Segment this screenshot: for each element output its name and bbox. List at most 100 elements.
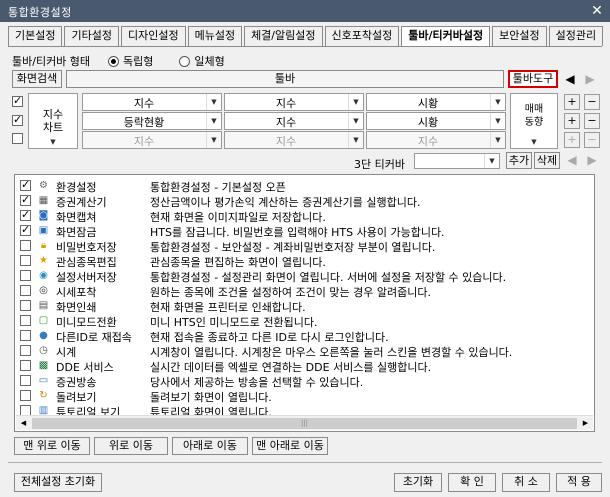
ticker-select-r3c1[interactable]: 지수 ▼	[82, 131, 222, 149]
list-item[interactable]: ▭ 증권방송 당사에서 제공하는 방송을 선택할 수 있습니다.	[15, 373, 580, 389]
arrow-left-icon[interactable]: ◀	[564, 152, 580, 169]
padlock-icon: 🔒︎	[40, 240, 47, 251]
item-checkbox[interactable]	[20, 208, 31, 221]
list-item[interactable]: ★ 관심종목편집 관심종목을 편집하는 화면이 열립니다.	[15, 253, 580, 269]
ticker-left-select[interactable]: 지수 차트 ▼	[28, 93, 78, 149]
list-item[interactable]: ◙화면캡쳐현재 화면을 이미지파일로 저장합니다.	[15, 208, 580, 224]
tab-etc[interactable]: 기타설정	[64, 26, 119, 46]
toolbar-form-row: 툴바/티커바 형태 독립형 일체형	[12, 53, 225, 69]
list-item[interactable]: ◉ 설정서버저장 통합환경설정 - 설정관리 화면이 열립니다. 서버에 설정을 저…	[15, 268, 580, 284]
scroll-right-icon[interactable]: ▶	[578, 416, 593, 431]
tab-menu[interactable]: 메뉴설정	[187, 26, 243, 46]
ticker-select-r1c3[interactable]: 시황 ▼	[366, 93, 506, 111]
list-item[interactable]: 🔒︎ 비밀번호저장 통합환경설정 - 보안설정 - 계좌비밀번호저장 부분이 열립니…	[15, 238, 580, 254]
tab-signal[interactable]: 신호포착설정	[324, 26, 400, 46]
chevron-down-icon: ▼	[484, 154, 499, 168]
item-checkbox[interactable]	[20, 390, 31, 401]
arrow-right-icon[interactable]: ▶	[582, 70, 598, 88]
move-bottom-button[interactable]: 맨 아래로 이동	[252, 437, 328, 455]
list-item[interactable]: ⚙환경설정통합환경설정 - 기본설정 오픈	[15, 178, 580, 194]
select-value: 지수	[275, 135, 297, 148]
list-item[interactable]: ▩ DDE 서비스 실시간 데이터를 엑셀로 연결하는 DDE 서비스를 실행합니다…	[15, 358, 580, 374]
screen-search-button[interactable]: 화면검색	[12, 70, 62, 88]
ticker-right-select[interactable]: 매매 동향 ▼	[510, 93, 558, 149]
ticker-select-r1c2[interactable]: 지수 ▼	[224, 93, 364, 111]
item-checkbox[interactable]	[20, 345, 31, 356]
item-checkbox[interactable]	[20, 240, 31, 251]
ticker-select-r1c1[interactable]: 지수 ▼	[82, 93, 222, 111]
move-down-button[interactable]: 아래로 이동	[172, 437, 248, 455]
ticker-plus-button-2[interactable]: +	[564, 113, 580, 129]
move-top-button[interactable]: 맨 위로 이동	[14, 437, 90, 455]
ticker-row2-checkbox[interactable]	[12, 113, 23, 126]
item-checkbox[interactable]	[20, 330, 31, 341]
chevron-down-icon: ▼	[348, 132, 363, 148]
ticker-select-r2c1[interactable]: 등락현황 ▼	[82, 112, 222, 130]
list-item[interactable]: ▤ 화면인쇄 현재 화면을 프린터로 인쇄합니다.	[15, 298, 580, 314]
item-checkbox[interactable]	[20, 193, 31, 206]
list-item[interactable]: ● 다른ID로 재접속 현재 접속을 종료하고 다른 ID로 다시 로그인합니다.	[15, 328, 580, 344]
cancel-button[interactable]: 취 소	[502, 473, 550, 492]
list-item[interactable]: ▣화면잠금HTS를 잠급니다. 비밀번호를 입력해야 HTS 사용이 가능합니다…	[15, 223, 580, 239]
radio-independent[interactable]	[108, 55, 120, 67]
ticker-row3-checkbox[interactable]	[12, 133, 23, 144]
close-icon[interactable]: ✕	[589, 3, 605, 19]
chevron-down-icon: ▼	[490, 113, 505, 129]
list-item[interactable]: ▢ 미니모드전환 미니 HTS인 미니모드로 전환됩니다.	[15, 313, 580, 329]
ticker-minus-button-2[interactable]: −	[584, 113, 600, 129]
tab-alert[interactable]: 체결/알림설정	[244, 26, 323, 46]
radio-integrated-label: 일체형	[194, 55, 225, 68]
ticker-minus-button-1[interactable]: −	[584, 94, 600, 110]
ticker-select-r3c3[interactable]: 지수 ▼	[366, 131, 506, 149]
ticker-right-select-value: 매매 동향	[524, 104, 544, 128]
reset-button[interactable]: 초기화	[394, 473, 442, 492]
radio-integrated[interactable]	[179, 55, 191, 67]
horizontal-scrollbar[interactable]: ◀ ||| ▶	[16, 415, 593, 430]
ticker-row1-checkbox[interactable]	[12, 94, 23, 107]
scroll-left-icon[interactable]: ◀	[16, 416, 31, 431]
item-checkbox[interactable]	[20, 360, 31, 371]
ticker3-label: 3단 티커바	[354, 158, 405, 171]
list-item[interactable]: ▦증권계산기정산금액이나 평가손익 계산하는 증권계산기를 실행합니다.	[15, 193, 580, 209]
list-item[interactable]: ◎ 시세포착 원하는 종목에 조건을 설정하여 조건이 맞는 경우 알려줍니다.	[15, 283, 580, 299]
item-checkbox[interactable]	[20, 285, 31, 296]
tab-manage[interactable]: 설정관리	[548, 26, 604, 46]
select-value: 지수	[417, 135, 439, 148]
item-checkbox[interactable]	[20, 315, 31, 326]
delete-button[interactable]: 삭제	[534, 152, 560, 169]
ticker-plus-button-1[interactable]: +	[564, 94, 580, 110]
item-checkbox[interactable]	[20, 178, 31, 191]
scroll-thumb[interactable]: |||	[32, 418, 577, 429]
tab-basic[interactable]: 기본설정	[8, 26, 63, 46]
ticker-minus-button-3[interactable]: −	[584, 132, 600, 148]
toolbar-item-list[interactable]: ⚙환경설정통합환경설정 - 기본설정 오픈 ▦증권계산기정산금액이나 평가손익 …	[14, 174, 595, 432]
toolbar-header: 툴바	[66, 70, 504, 88]
ticker-select-r2c3[interactable]: 시황 ▼	[366, 112, 506, 130]
apply-button[interactable]: 적 용	[556, 473, 602, 492]
move-up-button[interactable]: 위로 이동	[94, 437, 168, 455]
item-checkbox[interactable]	[20, 300, 31, 311]
ok-button[interactable]: 확 인	[448, 473, 496, 492]
tab-security[interactable]: 보안설정	[492, 26, 547, 46]
select-value: 지수	[133, 97, 155, 110]
item-checkbox[interactable]	[20, 375, 31, 386]
arrow-left-icon[interactable]: ◀	[562, 70, 578, 88]
arrow-right-icon[interactable]: ▶	[584, 152, 600, 169]
list-item[interactable]: ↻ 돌려보기 돌려보기 화면이 열립니다.	[15, 388, 580, 404]
reset-all-button[interactable]: 전체설정 초기화	[14, 473, 102, 492]
gear-icon: ⚙	[39, 180, 48, 191]
ticker-select-r2c2[interactable]: 지수 ▼	[224, 112, 364, 130]
chevron-down-icon: ▼	[490, 94, 505, 110]
tab-design[interactable]: 디자인설정	[120, 26, 186, 46]
list-item[interactable]: ◷ 시계 시계창이 열립니다. 시계창은 마우스 오른쪽을 눌러 스킨을 변경할 수…	[15, 343, 580, 359]
item-checkbox[interactable]	[20, 255, 31, 266]
tab-toolbar[interactable]: 툴바/티커바설정	[401, 26, 491, 47]
ticker-plus-button-3[interactable]: +	[564, 132, 580, 148]
ticker-select-r3c2[interactable]: 지수 ▼	[224, 131, 364, 149]
add-button[interactable]: 추가	[506, 152, 532, 169]
item-checkbox[interactable]	[20, 270, 31, 281]
ticker3-select[interactable]: ▼	[414, 153, 500, 169]
toolbar-tools-button[interactable]: 툴바도구	[508, 70, 558, 88]
calculator-icon: ▦	[38, 195, 49, 206]
item-checkbox[interactable]	[20, 223, 31, 236]
